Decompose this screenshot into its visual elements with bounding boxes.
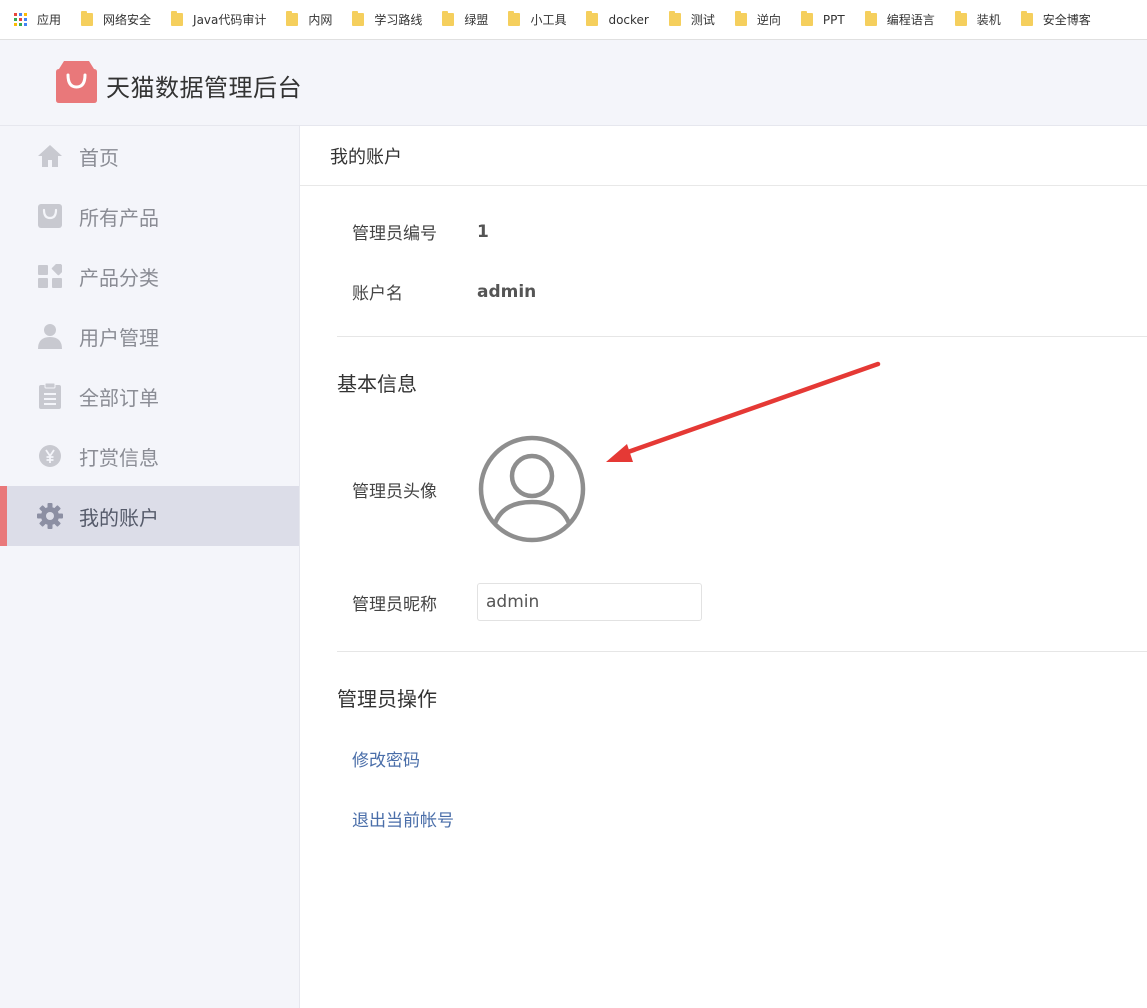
bookmark-folder[interactable]: 编程语言 xyxy=(864,11,935,28)
sidebar-item-my-account[interactable]: 我的账户 xyxy=(0,486,299,546)
bookmark-apps[interactable]: 应用 xyxy=(14,11,61,28)
bookmark-folder[interactable]: 小工具 xyxy=(508,11,566,28)
sidebar-item-label: 首页 xyxy=(79,145,119,170)
bag-icon xyxy=(37,203,63,229)
bookmark-label: 绿盟 xyxy=(464,13,489,27)
bookmark-label: 网络安全 xyxy=(103,13,152,27)
page-title: 我的账户 xyxy=(300,126,1147,186)
sidebar-item-label: 我的账户 xyxy=(79,505,159,530)
folder-icon xyxy=(442,11,455,26)
sidebar-item-label: 所有产品 xyxy=(79,205,159,230)
folder-icon xyxy=(954,11,967,26)
category-icon xyxy=(37,263,63,289)
folder-icon xyxy=(352,11,365,26)
folder-icon xyxy=(1020,11,1033,26)
home-icon xyxy=(37,143,63,169)
bookmark-label: 测试 xyxy=(690,13,715,27)
folder-icon xyxy=(668,11,681,26)
sidebar-item-rewards[interactable]: 打赏信息 xyxy=(0,426,299,486)
sidebar-item-label: 产品分类 xyxy=(79,265,159,290)
account-name-label: 账户名 xyxy=(352,284,403,304)
admin-id-row: 管理员编号 1 xyxy=(352,219,489,245)
nickname-input[interactable] xyxy=(477,583,702,621)
bookmark-label: Java代码审计 xyxy=(193,13,267,27)
folder-icon xyxy=(734,11,747,26)
shopping-bag-icon[interactable] xyxy=(55,59,98,104)
divider xyxy=(337,336,1147,337)
sidebar-item-products[interactable]: 所有产品 xyxy=(0,186,299,246)
sidebar-item-label: 全部订单 xyxy=(79,385,159,410)
sidebar-nav: 首页 所有产品 产品分类 用户管理 全部订单 打赏信息 我的账户 xyxy=(0,126,300,1008)
sidebar-item-orders[interactable]: 全部订单 xyxy=(0,366,299,426)
sidebar-item-categories[interactable]: 产品分类 xyxy=(0,246,299,306)
folder-icon xyxy=(286,11,299,26)
bookmark-label: 安全博客 xyxy=(1042,13,1091,27)
divider xyxy=(337,651,1147,652)
main-panel: 我的账户 管理员编号 1 账户名 admin 基本信息 管理员头像 管理员昵称 xyxy=(300,126,1147,1008)
bookmark-folder[interactable]: 网络安全 xyxy=(81,11,151,28)
bookmark-label: 编程语言 xyxy=(886,13,935,27)
bookmark-folder[interactable]: 内网 xyxy=(286,11,332,28)
admin-id-value: 1 xyxy=(477,221,489,242)
nickname-row: 管理员昵称 xyxy=(352,583,702,621)
bookmark-folder[interactable]: 绿盟 xyxy=(442,11,488,28)
folder-icon xyxy=(800,11,813,26)
avatar-row: 管理员头像 xyxy=(352,434,587,544)
bookmark-label: 装机 xyxy=(976,13,1001,27)
user-icon xyxy=(37,323,63,349)
yen-icon xyxy=(37,443,63,469)
bookmark-apps-label: 应用 xyxy=(37,13,62,27)
folder-icon xyxy=(171,11,184,26)
bookmark-label: PPT xyxy=(822,12,845,27)
gear-icon xyxy=(37,503,63,529)
bookmark-folder[interactable]: 装机 xyxy=(954,11,1001,28)
account-name-row: 账户名 admin xyxy=(352,279,537,305)
avatar[interactable] xyxy=(477,434,587,544)
logout-link[interactable]: 退出当前帐号 xyxy=(352,806,454,831)
bookmark-folder[interactable]: 学习路线 xyxy=(352,11,422,28)
bookmark-folder[interactable]: Java代码审计 xyxy=(171,11,266,28)
bookmark-label: docker xyxy=(608,12,649,27)
bookmark-label: 内网 xyxy=(308,13,333,27)
bookmark-folder[interactable]: docker xyxy=(586,11,649,27)
bookmark-folder[interactable]: 安全博客 xyxy=(1020,11,1091,28)
bookmark-folder[interactable]: 逆向 xyxy=(734,11,781,28)
change-password-link[interactable]: 修改密码 xyxy=(352,746,420,771)
bookmark-folder[interactable]: PPT xyxy=(800,11,845,27)
folder-icon xyxy=(508,11,521,26)
sidebar-item-users[interactable]: 用户管理 xyxy=(0,306,299,366)
sidebar-item-label: 用户管理 xyxy=(79,325,159,350)
bookmarks-bar: 应用 网络安全 Java代码审计 内网 学习路线 绿盟 小工具 docker 测… xyxy=(0,0,1147,40)
sidebar-item-home[interactable]: 首页 xyxy=(0,126,299,186)
bookmark-label: 逆向 xyxy=(756,13,781,27)
account-name-value: admin xyxy=(477,281,537,302)
basic-info-title: 基本信息 xyxy=(337,372,417,396)
bookmark-folder[interactable]: 测试 xyxy=(668,11,715,28)
app-header: 天猫数据管理后台 xyxy=(0,40,1147,126)
avatar-label: 管理员头像 xyxy=(352,481,437,502)
bookmark-label: 小工具 xyxy=(530,13,567,27)
admin-id-label: 管理员编号 xyxy=(352,224,437,244)
sidebar-item-label: 打赏信息 xyxy=(79,445,159,470)
site-title: 天猫数据管理后台 xyxy=(106,74,302,102)
nickname-label: 管理员昵称 xyxy=(352,594,437,615)
folder-icon xyxy=(586,11,599,26)
clipboard-icon xyxy=(37,383,63,409)
bookmark-label: 学习路线 xyxy=(374,13,423,27)
apps-grid-icon xyxy=(14,13,27,26)
folder-icon xyxy=(81,11,94,26)
operations-title: 管理员操作 xyxy=(337,687,437,711)
folder-icon xyxy=(864,11,877,26)
